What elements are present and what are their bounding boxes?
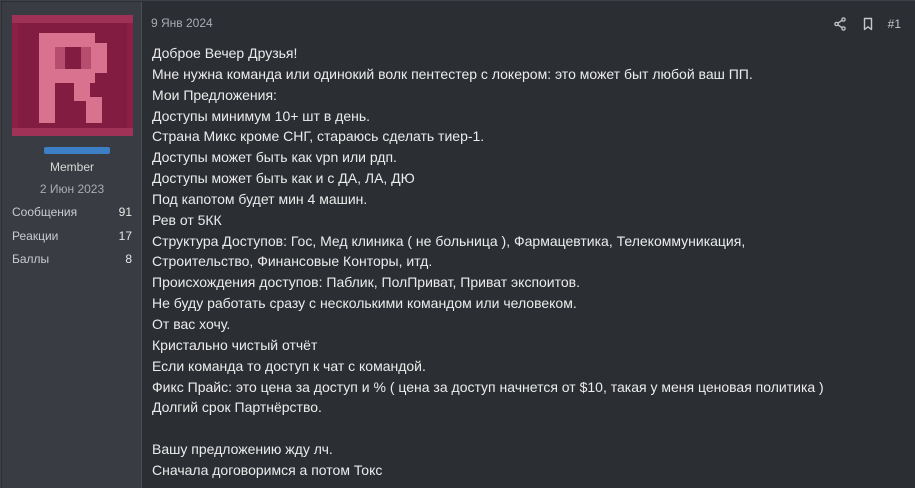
stat-value[interactable]: 8 bbox=[125, 252, 132, 266]
bookmark-icon[interactable] bbox=[860, 16, 876, 32]
avatar-letter-icon bbox=[12, 15, 133, 136]
stat-value[interactable]: 91 bbox=[119, 205, 132, 219]
post-line-blank bbox=[152, 418, 902, 439]
post-body: Доброе Вечер Друзья! Мне нужна команда и… bbox=[152, 43, 902, 481]
stat-row-points: Баллы 8 bbox=[12, 252, 132, 268]
post-line: Вашу предложению жду лч. bbox=[152, 441, 333, 458]
stat-row-messages: Сообщения 91 bbox=[12, 205, 132, 221]
post-line: Долгий срок Партнёрство. bbox=[152, 399, 322, 416]
post-line: Страна Микс кроме СНГ, стараюсь сделать … bbox=[152, 128, 485, 145]
post-line: Доступы минимум 10+ шт в день. bbox=[152, 107, 371, 124]
user-panel: R Member 2 Июн 2023 Сообщения 91 Реакции… bbox=[2, 2, 142, 488]
stat-row-reactions: Реакции 17 bbox=[12, 229, 132, 245]
post-line: Строительство, Финансовые Конторы, итд. bbox=[152, 253, 433, 270]
user-banner bbox=[44, 147, 110, 154]
stat-label: Баллы bbox=[12, 252, 50, 266]
post-line: Фикс Прайс: это цена за доступ и % ( цен… bbox=[152, 378, 824, 395]
stat-label: Сообщения bbox=[12, 205, 78, 219]
post-line: Не буду работать сразу с несколькими ком… bbox=[152, 295, 577, 312]
avatar[interactable]: R bbox=[12, 15, 133, 136]
post-date[interactable]: 9 Янв 2024 bbox=[151, 16, 213, 30]
share-icon[interactable] bbox=[832, 16, 848, 32]
post-line: Под капотом будет мин 4 машин. bbox=[152, 190, 368, 207]
post-line: От вас хочу. bbox=[152, 315, 231, 332]
post-line: Происхождения доступов: Паблик, ПолПрива… bbox=[152, 274, 580, 291]
post-line: Мои Предложения: bbox=[152, 86, 277, 103]
post-line: Доступы может быть как vpn или рдп. bbox=[152, 149, 397, 166]
forum-post: R Member 2 Июн 2023 Сообщения 91 Реакции… bbox=[0, 0, 915, 488]
stat-label: Реакции bbox=[12, 229, 59, 243]
post-line: Рев от 5КК bbox=[152, 211, 222, 228]
post-line: Сначала договоримся а потом Токс bbox=[152, 461, 383, 478]
post-line: Доступы может быть как и с ДА, ЛА, ДЮ bbox=[152, 170, 415, 187]
stat-value[interactable]: 17 bbox=[119, 229, 132, 243]
user-title: Member bbox=[49, 160, 94, 174]
user-joined-date: 2 Июн 2023 bbox=[39, 182, 105, 196]
post-main: 9 Янв 2024 #1 Доброе Вечер Друзья! Мне н… bbox=[142, 2, 915, 488]
post-line: Кристально чистый отчёт bbox=[152, 336, 318, 353]
post-line: Доброе Вечер Друзья! bbox=[152, 45, 298, 61]
post-line: Мне нужна команда или одинокий волк пент… bbox=[152, 65, 753, 82]
post-actions: #1 bbox=[820, 16, 901, 32]
post-number-link[interactable]: #1 bbox=[888, 17, 901, 31]
post-line: Если команда то доступ к чат с командой. bbox=[152, 357, 426, 374]
post-line: Структура Доступов: Гос, Мед клиника ( н… bbox=[152, 232, 746, 249]
